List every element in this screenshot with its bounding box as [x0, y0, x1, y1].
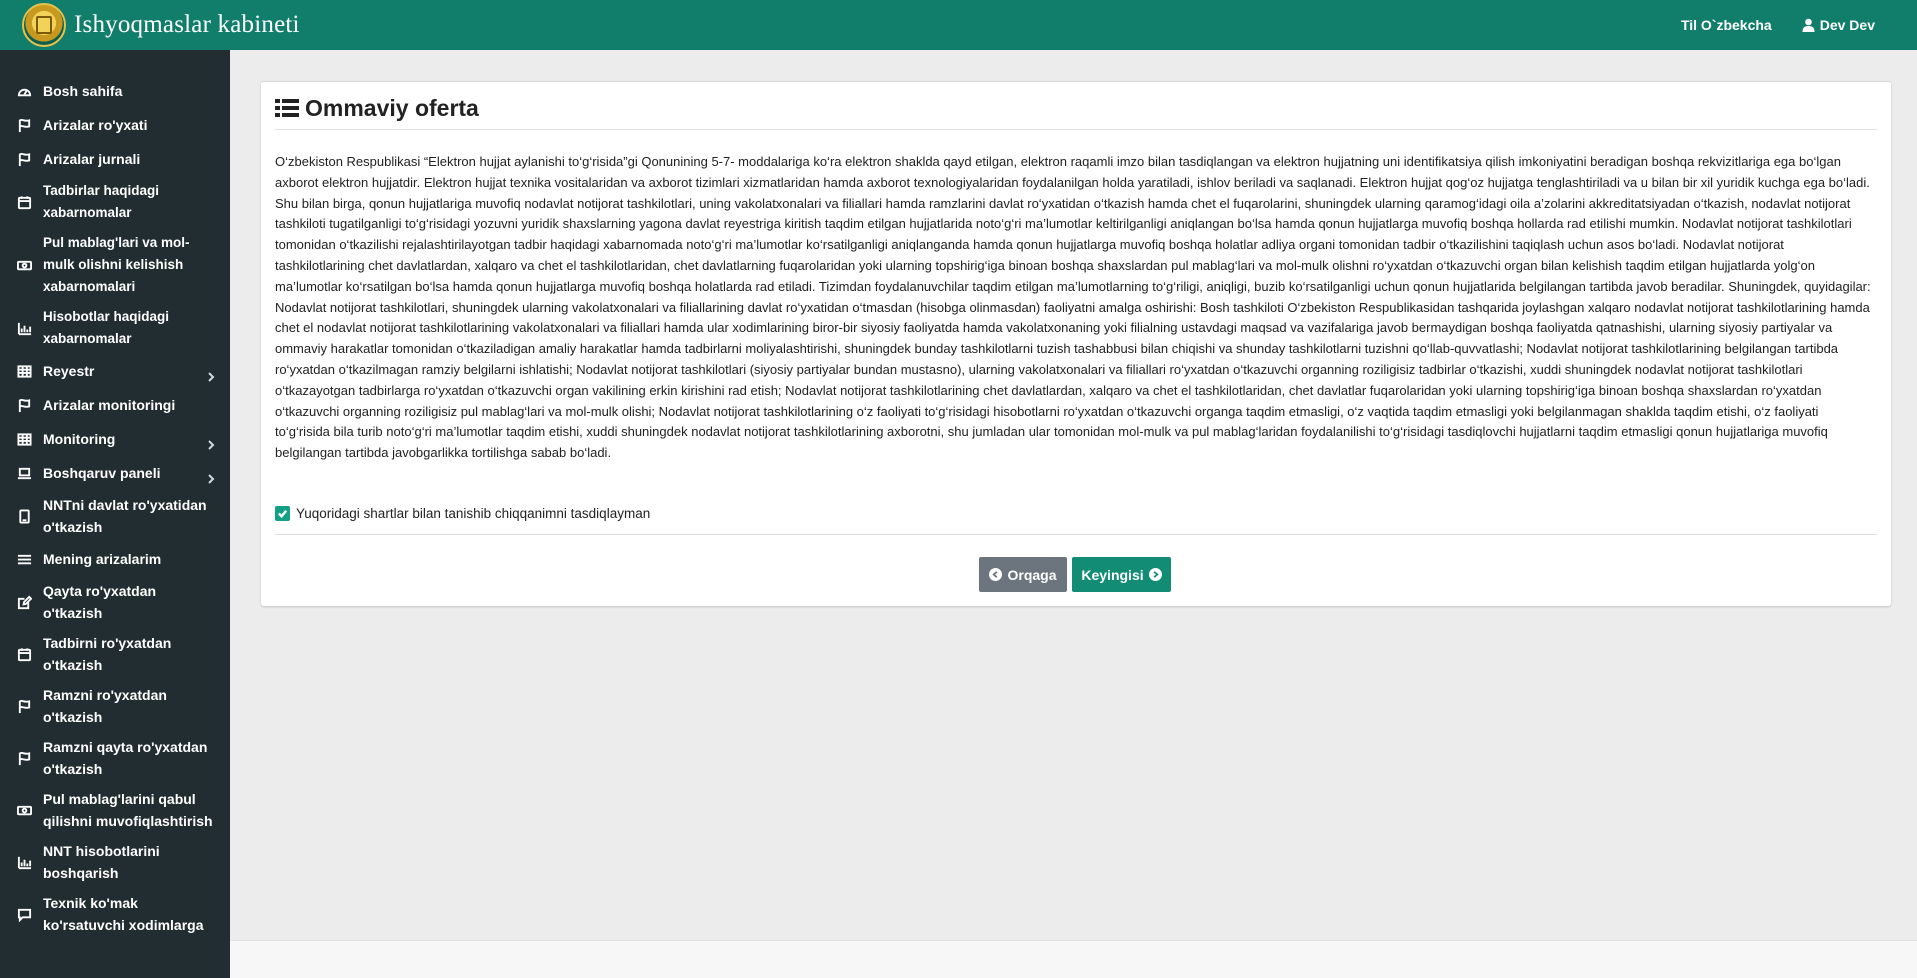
laptop-icon	[16, 465, 32, 481]
language-selector[interactable]: Til O`zbekcha	[1681, 17, 1772, 33]
list-icon	[275, 99, 299, 117]
sidebar-item-ramzni-qayta-royxatdan-otkazish[interactable]: Ramzni qayta ro'yxatdan o'tkazish	[0, 732, 230, 784]
user-name: Dev Dev	[1819, 17, 1875, 33]
agree-checkbox[interactable]	[275, 506, 290, 521]
sidebar-item-hisobotlar-xabarnomalar[interactable]: Hisobotlar haqidagi xabarnomalar	[0, 302, 230, 354]
table-icon	[16, 431, 32, 447]
tablet-icon	[16, 508, 32, 524]
offer-panel: Ommaviy oferta O‘zbekiston Respublikasi …	[261, 81, 1891, 606]
sidebar-item-mening-arizalarim[interactable]: Mening arizalarim	[0, 542, 230, 576]
flag-icon	[16, 750, 32, 766]
bar-chart-icon	[16, 854, 32, 870]
bar-chart-icon	[16, 320, 32, 336]
emblem-logo[interactable]	[22, 3, 66, 47]
agree-checkbox-row[interactable]: Yuqoridagi shartlar bilan tanishib chiqq…	[275, 506, 650, 521]
sidebar-item-nnt-hisobotlarini-boshqarish[interactable]: NNT hisobotlarini boshqarish	[0, 836, 230, 888]
offer-text: O‘zbekiston Respublikasi “Elektron hujja…	[275, 154, 1871, 461]
page-title: Ommaviy oferta	[305, 95, 479, 121]
app-title[interactable]: Ishyoqmaslar kabineti	[74, 11, 300, 39]
money-icon	[16, 257, 32, 273]
sidebar-item-boshqaruv-paneli[interactable]: Boshqaruv paneli	[0, 456, 230, 490]
agree-label: Yuqoridagi shartlar bilan tanishib chiqq…	[296, 506, 651, 521]
chevron-right-icon	[206, 468, 216, 484]
flag-icon	[16, 698, 32, 714]
comment-icon	[16, 906, 32, 922]
arrow-right-circle-icon	[1148, 568, 1162, 581]
sidebar-item-qayta-royxatdan-otkazish[interactable]: Qayta ro'yxatdan o'tkazish	[0, 576, 230, 628]
edit-icon	[16, 594, 32, 610]
divider	[275, 534, 1877, 535]
calendar-icon	[16, 646, 32, 662]
sidebar-item-pul-mablaglari-xabarnomalari[interactable]: Pul mablag'lari va mol-mulk olishni keli…	[0, 228, 230, 302]
flag-icon	[16, 397, 32, 413]
sidebar-item-tadbirni-royxatdan-otkazish[interactable]: Tadbirni ro'yxatdan o'tkazish	[0, 628, 230, 680]
user-icon	[1802, 18, 1815, 32]
sidebar-item-pul-mablaglarini-muvofiqlashtirish[interactable]: Pul mablag'larini qabul qilishni muvofiq…	[0, 784, 230, 836]
list-icon	[16, 551, 32, 567]
next-button[interactable]: Keyingisi	[1072, 557, 1171, 592]
top-navbar: Ishyoqmaslar kabineti Til O`zbekcha Dev …	[0, 0, 1917, 50]
flag-icon	[16, 117, 32, 133]
sidebar-item-texnik-komak[interactable]: Texnik ko'mak ko'rsatuvchi xodimlarga	[0, 888, 230, 940]
dashboard-icon	[16, 83, 32, 99]
sidebar-item-ramzni-royxatdan-otkazish[interactable]: Ramzni ro'yxatdan o'tkazish	[0, 680, 230, 732]
chevron-right-icon	[206, 366, 216, 382]
sidebar-item-nnt-royxatdan-otkazish[interactable]: NNTni davlat ro'yxatidan o'tkazish	[0, 490, 230, 542]
back-button[interactable]: Orqaga	[979, 557, 1067, 592]
sidebar-item-arizalar-jurnali[interactable]: Arizalar jurnali	[0, 142, 230, 176]
flag-icon	[16, 151, 32, 167]
panel-header: Ommaviy oferta	[275, 96, 1877, 130]
sidebar-item-monitoring[interactable]: Monitoring	[0, 422, 230, 456]
sidebar-item-bosh-sahifa[interactable]: Bosh sahifa	[0, 74, 230, 108]
user-menu[interactable]: Dev Dev	[1802, 17, 1875, 33]
sidebar: Bosh sahifa Arizalar ro'yxati Arizalar j…	[0, 50, 230, 978]
sidebar-item-arizalar-royxati[interactable]: Arizalar ro'yxati	[0, 108, 230, 142]
money-icon	[16, 802, 32, 818]
arrow-left-circle-icon	[989, 568, 1003, 581]
sidebar-item-tadbirlar-xabarnomalar[interactable]: Tadbirlar haqidagi xabarnomalar	[0, 176, 230, 228]
sidebar-item-reyestr[interactable]: Reyestr	[0, 354, 230, 388]
footer	[230, 940, 1917, 978]
sidebar-item-arizalar-monitoringi[interactable]: Arizalar monitoringi	[0, 388, 230, 422]
calendar-icon	[16, 194, 32, 210]
table-icon	[16, 363, 32, 379]
chevron-right-icon	[206, 434, 216, 450]
